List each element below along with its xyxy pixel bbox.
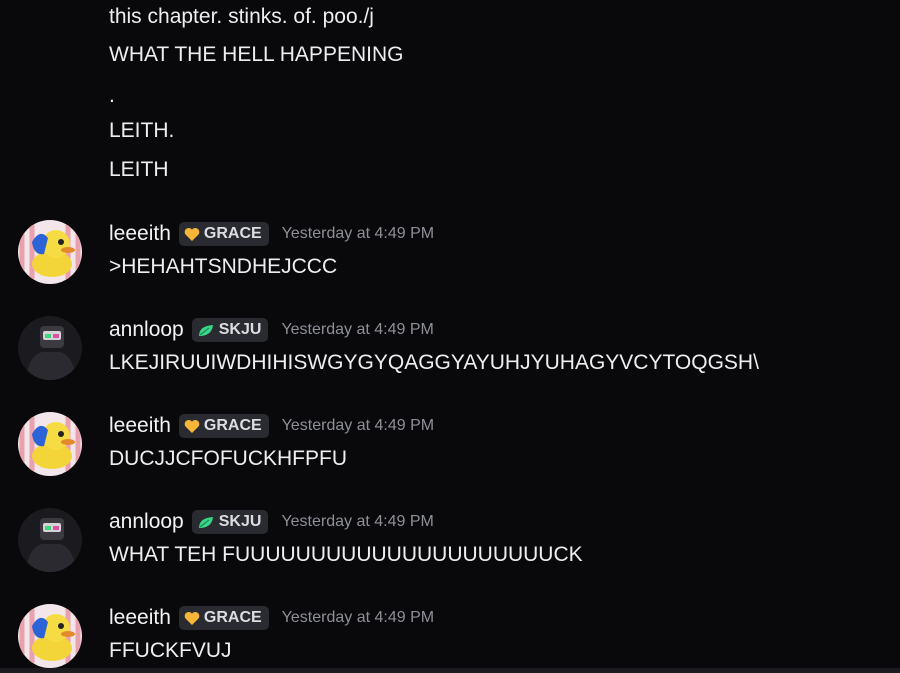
avatar[interactable] bbox=[18, 316, 82, 380]
avatar[interactable] bbox=[18, 220, 82, 284]
server-tag-label: GRACE bbox=[203, 225, 262, 242]
message-group: leeeith GRACE Yesterday at 4:49 PM DUCJJ… bbox=[0, 412, 900, 484]
timestamp[interactable]: Yesterday at 4:49 PM bbox=[281, 513, 433, 531]
message-text: WHAT THE HELL HAPPENING bbox=[109, 43, 404, 66]
message-text: LEITH bbox=[109, 158, 169, 181]
timestamp[interactable]: Yesterday at 4:49 PM bbox=[282, 417, 434, 435]
avatar[interactable] bbox=[18, 508, 82, 572]
message-text: LEITH. bbox=[109, 119, 175, 142]
timestamp[interactable]: Yesterday at 4:49 PM bbox=[282, 609, 434, 627]
avatar[interactable] bbox=[18, 604, 82, 668]
message-text: LKEJIRUUIWDHIHISWGYGYQAGGYAYUHJYUHAGYVCY… bbox=[109, 351, 759, 374]
message-group: leeeith GRACE Yesterday at 4:49 PM FFUCK… bbox=[0, 604, 900, 673]
server-tag[interactable]: SKJU bbox=[191, 318, 269, 342]
message-text: >HEHAHTSNDHEJCCC bbox=[109, 255, 338, 278]
timestamp[interactable]: Yesterday at 4:49 PM bbox=[281, 321, 433, 339]
avatar[interactable] bbox=[18, 412, 82, 476]
chat-message-list: this chapter. stinks. of. poo./j WHAT TH… bbox=[0, 0, 900, 673]
server-tag[interactable]: GRACE bbox=[178, 606, 269, 630]
server-tag-label: SKJU bbox=[218, 321, 262, 338]
server-tag[interactable]: SKJU bbox=[191, 510, 269, 534]
server-tag-label: SKJU bbox=[218, 513, 262, 530]
username[interactable]: leeeith bbox=[109, 414, 171, 438]
server-tag-label: GRACE bbox=[203, 609, 262, 626]
message-text: FFUCKFVUJ bbox=[109, 639, 232, 662]
heart-icon bbox=[184, 419, 200, 433]
username[interactable]: leeeith bbox=[109, 606, 171, 630]
message-text: this chapter. stinks. of. poo./j bbox=[109, 5, 374, 28]
message-text: . bbox=[109, 84, 115, 107]
message-text: DUCJJCFOFUCKHFPFU bbox=[109, 447, 347, 470]
leaf-icon bbox=[198, 324, 213, 336]
message-input-edge bbox=[0, 668, 900, 673]
username[interactable]: annloop bbox=[109, 318, 184, 342]
heart-icon bbox=[184, 611, 200, 625]
server-tag[interactable]: GRACE bbox=[178, 414, 269, 438]
server-tag[interactable]: GRACE bbox=[178, 222, 269, 246]
heart-icon bbox=[184, 227, 200, 241]
message-group: annloop SKJU Yesterday at 4:49 PM WHAT T… bbox=[0, 508, 900, 580]
username[interactable]: annloop bbox=[109, 510, 184, 534]
username[interactable]: leeeith bbox=[109, 222, 171, 246]
server-tag-label: GRACE bbox=[203, 417, 262, 434]
timestamp[interactable]: Yesterday at 4:49 PM bbox=[282, 225, 434, 243]
message-text: WHAT TEH FUUUUUUUUUUUUUUUUUUUUUCK bbox=[109, 543, 583, 566]
message-group: leeeith GRACE Yesterday at 4:49 PM >HEHA… bbox=[0, 220, 900, 292]
message-group: annloop SKJU Yesterday at 4:49 PM LKEJIR… bbox=[0, 316, 900, 388]
leaf-icon bbox=[198, 516, 213, 528]
